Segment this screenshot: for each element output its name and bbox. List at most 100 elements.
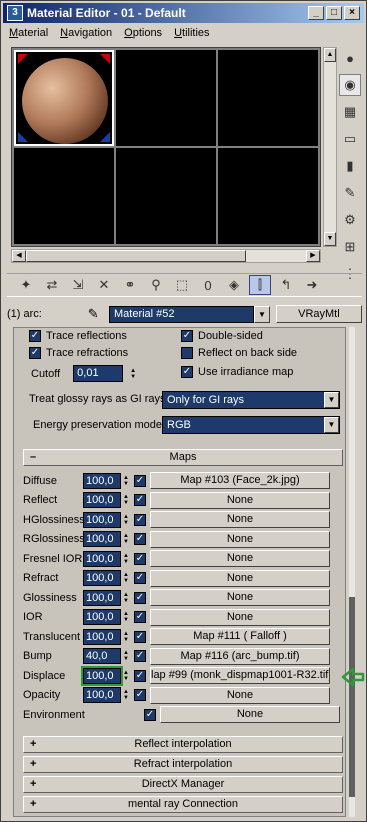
map-amount-field[interactable]: 100,0 <box>83 628 121 645</box>
map-amount-field[interactable]: 100,0 <box>83 492 121 509</box>
check-icon[interactable]: ✓ <box>144 708 156 721</box>
map-slot-button[interactable]: None <box>150 511 330 529</box>
scroll-right-icon[interactable]: ▶ <box>306 250 320 262</box>
sample-slot-5[interactable] <box>116 148 216 244</box>
check-icon[interactable]: ✓ <box>134 494 146 507</box>
panel-scrollbar[interactable] <box>349 327 355 817</box>
trace-refractions-option[interactable]: ✓ Trace refractions <box>29 347 128 359</box>
map-slot-button[interactable]: None <box>150 530 330 548</box>
map-slot-button[interactable]: None <box>150 569 330 587</box>
check-icon[interactable]: ✓ <box>29 330 41 342</box>
spinner-icon[interactable]: ▲ ▼ <box>121 570 131 586</box>
make-unique-icon[interactable]: ⚭ <box>119 275 141 295</box>
check-icon[interactable]: ✓ <box>181 347 193 359</box>
spinner-icon[interactable]: ▲ ▼ <box>121 687 131 703</box>
minimize-button[interactable]: _ <box>308 6 324 20</box>
spinner-icon[interactable]: ▲ ▼ <box>121 668 131 684</box>
show-end-result-icon[interactable]: ⫿ <box>249 275 271 295</box>
map-slot-button[interactable]: None <box>150 608 330 626</box>
double-sided-option[interactable]: ✓ Double-sided <box>181 330 263 342</box>
map-slot-button[interactable]: None <box>150 491 330 509</box>
menu-utilities[interactable]: Utilities <box>174 27 209 39</box>
mental-ray-connection-rollout[interactable]: + mental ray Connection <box>23 796 343 813</box>
chevron-down-icon[interactable]: ▼ <box>324 392 339 408</box>
check-icon[interactable]: ✓ <box>134 533 146 546</box>
sample-uv-tiling-icon[interactable]: ▭ <box>339 128 361 150</box>
check-icon[interactable]: ✓ <box>134 650 146 663</box>
map-slot-button[interactable]: None <box>150 550 330 568</box>
material-type-button[interactable]: VRayMtl <box>275 305 363 323</box>
sample-slot-6[interactable] <box>218 148 318 244</box>
chevron-down-icon[interactable]: ▼ <box>324 417 339 433</box>
options-icon[interactable]: ⚙ <box>339 209 361 231</box>
check-icon[interactable]: ✓ <box>134 552 146 565</box>
make-preview-icon[interactable]: ✎ <box>339 182 361 204</box>
map-amount-field[interactable]: 100,0 <box>83 589 121 606</box>
check-icon[interactable]: ✓ <box>134 474 146 487</box>
check-icon[interactable]: ✓ <box>181 366 193 378</box>
close-button[interactable]: × <box>344 6 360 20</box>
use-irradiance-map-option[interactable]: ✓ Use irradiance map <box>181 366 293 378</box>
cutoff-field[interactable]: 0,01 <box>73 365 124 382</box>
show-map-icon[interactable]: ◈ <box>223 275 245 295</box>
pick-material-icon[interactable]: ✎ <box>83 306 103 322</box>
assign-to-selection-icon[interactable]: ⇲ <box>67 275 89 295</box>
spinner-icon[interactable]: ▲ ▼ <box>121 590 131 606</box>
map-slot-button[interactable]: Map #116 (arc_bump.tif) <box>150 647 330 665</box>
check-icon[interactable]: ✓ <box>134 591 146 604</box>
slots-horizontal-scrollbar[interactable]: ◀ ▶ <box>11 249 321 263</box>
spinner-icon[interactable]: ▲ ▼ <box>121 629 131 645</box>
menu-navigation[interactable]: Navigation <box>60 27 112 39</box>
directx-manager-rollout[interactable]: + DirectX Manager <box>23 776 343 793</box>
check-icon[interactable]: ✓ <box>134 611 146 624</box>
material-id-icon[interactable]: ⬚ <box>171 275 193 295</box>
spinner-icon[interactable]: ▲ ▼ <box>121 551 131 567</box>
sample-type-icon[interactable]: ● <box>339 47 361 69</box>
put-to-library-icon[interactable]: ⚲ <box>145 275 167 295</box>
map-slot-button[interactable]: lap #99 (monk_dispmap1001-R32.tif) <box>150 667 330 685</box>
spinner-icon[interactable]: ▲ ▼ <box>121 473 131 489</box>
spinner-icon[interactable]: ▲ ▼ <box>121 512 131 528</box>
map-amount-field[interactable]: 100,0 <box>83 472 121 489</box>
map-amount-field[interactable]: 100,0 <box>83 687 121 704</box>
go-forward-icon[interactable]: ➜ <box>301 275 323 295</box>
chevron-down-icon[interactable]: ▼ <box>254 305 270 323</box>
scroll-thumb[interactable] <box>349 597 355 797</box>
sample-slot-4[interactable] <box>14 148 114 244</box>
background-icon[interactable]: ▦ <box>339 101 361 123</box>
map-slot-button[interactable]: None <box>150 686 330 704</box>
map-amount-field[interactable]: 40,0 <box>83 648 121 665</box>
spinner-icon[interactable]: ▲ ▼ <box>121 609 131 625</box>
map-amount-field[interactable]: 100,0 <box>81 665 123 686</box>
title-bar[interactable]: 3 Material Editor - 01 - Default _ □ × <box>3 3 364 23</box>
map-amount-field[interactable]: 100,0 <box>83 570 121 587</box>
check-icon[interactable]: ✓ <box>134 630 146 643</box>
check-icon[interactable]: ✓ <box>134 572 146 585</box>
refract-interpolation-rollout[interactable]: + Refract interpolation <box>23 756 343 773</box>
go-to-parent-icon[interactable]: ↰ <box>275 275 297 295</box>
map-slot-button[interactable]: None <box>150 589 330 607</box>
map-amount-field[interactable]: 100,0 <box>83 511 121 528</box>
map-slot-button[interactable]: Map #111 ( Falloff ) <box>150 628 330 646</box>
menu-options[interactable]: Options <box>124 27 162 39</box>
map-amount-field[interactable]: 100,0 <box>83 531 121 548</box>
spinner-icon[interactable]: ▲ ▼ <box>121 492 131 508</box>
map-slot-button[interactable]: None <box>160 706 340 724</box>
select-by-material-icon[interactable]: ⊞ <box>339 236 361 258</box>
put-to-scene-icon[interactable]: ⇄ <box>41 275 63 295</box>
check-icon[interactable]: ✓ <box>134 669 146 682</box>
backlight-icon[interactable]: ◉ <box>339 74 361 96</box>
maximize-button[interactable]: □ <box>326 6 342 20</box>
slots-vertical-scrollbar[interactable]: ▲ ▼ <box>323 47 337 247</box>
effects-channel-icon[interactable]: 0 <box>197 275 219 295</box>
scroll-thumb[interactable] <box>26 250 246 262</box>
scroll-up-icon[interactable]: ▲ <box>324 48 336 62</box>
material-name-field[interactable]: Material #52 <box>108 305 255 323</box>
menu-material[interactable]: Material <box>9 27 48 39</box>
energy-preservation-dropdown[interactable]: RGB ▼ <box>162 416 340 434</box>
check-icon[interactable]: ✓ <box>181 330 193 342</box>
maps-rollout-header[interactable]: – Maps <box>23 449 343 466</box>
scroll-left-icon[interactable]: ◀ <box>12 250 26 262</box>
reset-map-icon[interactable]: ✕ <box>93 275 115 295</box>
spinner-icon[interactable]: ▲ ▼ <box>128 365 138 382</box>
